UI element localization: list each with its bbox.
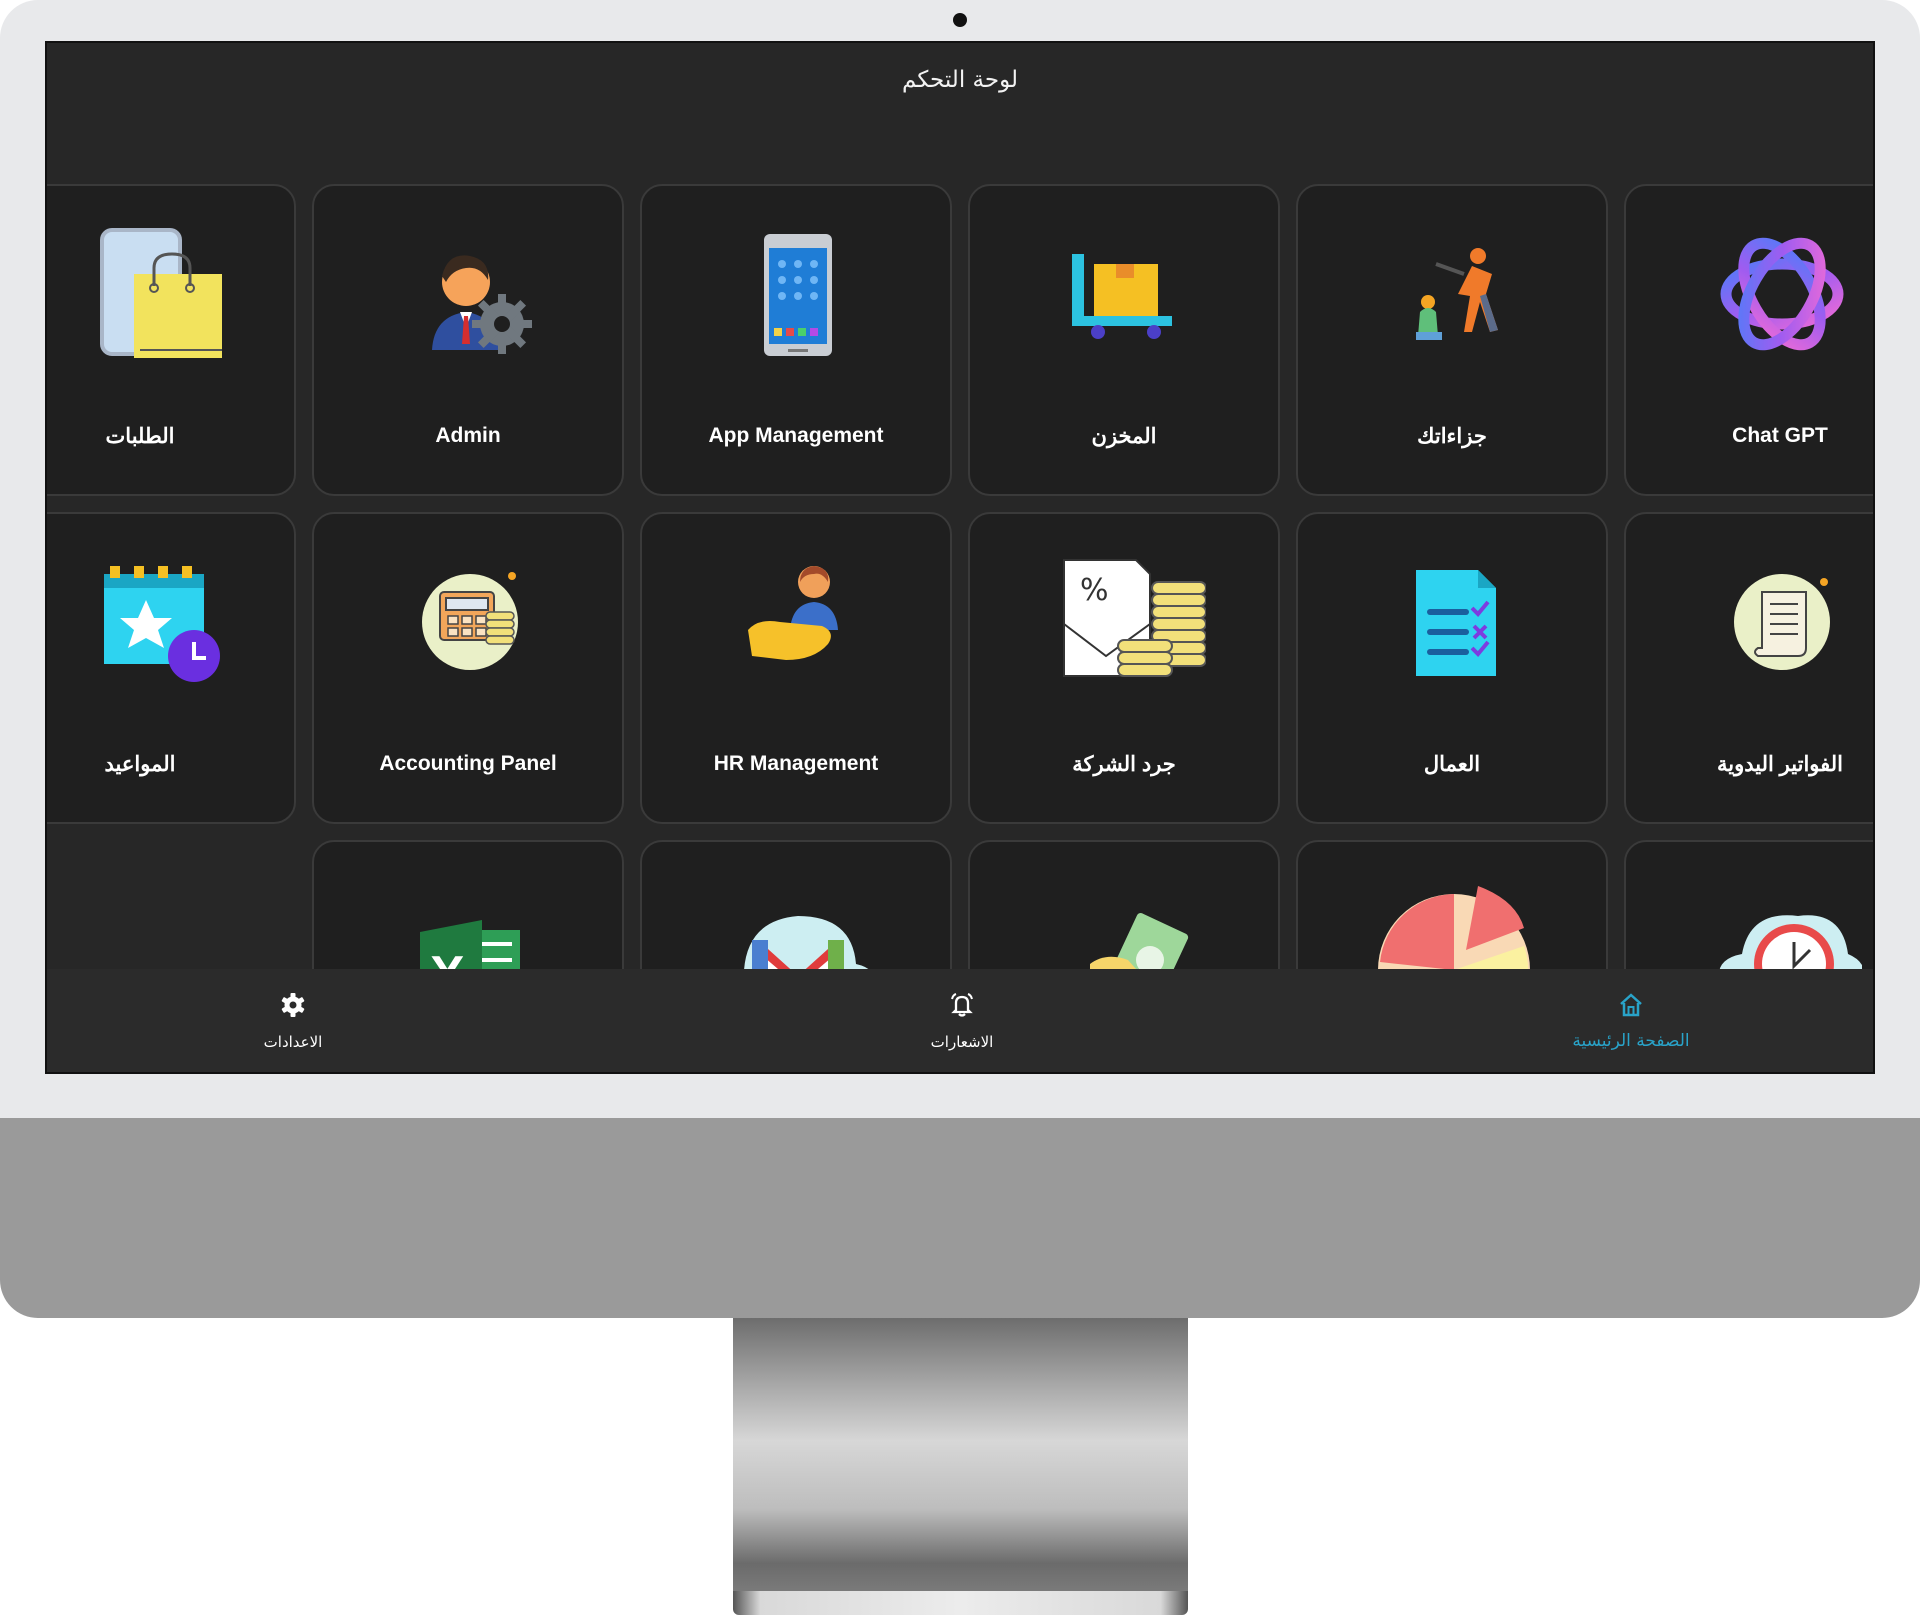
camera-dot bbox=[953, 13, 967, 27]
page-title: لوحة التحكم bbox=[902, 67, 1018, 93]
tile-label: الفواتير اليدوية bbox=[1717, 753, 1843, 776]
receipt-icon bbox=[1734, 574, 1830, 670]
dashboard-grid[interactable]: Chat GPT جزاءاتك المخزن App Management A… bbox=[47, 139, 1873, 1013]
nav-notifications-label: الاشعارات bbox=[930, 1033, 994, 1051]
tile-penalties[interactable]: جزاءاتك bbox=[1296, 184, 1608, 496]
nav-settings-label: الاعدادات bbox=[263, 1033, 323, 1051]
tile-hr-management[interactable]: HR Management bbox=[640, 512, 952, 824]
calendar-clock-icon bbox=[104, 566, 220, 682]
tile-label: جرد الشركة bbox=[1072, 753, 1176, 776]
checklist-icon bbox=[1416, 570, 1496, 676]
tile-label: جزاءاتك bbox=[1417, 425, 1487, 448]
calculator-coins-icon bbox=[422, 572, 518, 670]
nav-notifications[interactable]: الاشعارات bbox=[862, 969, 1062, 1072]
warehouse-cart-icon bbox=[1072, 254, 1172, 339]
home-icon bbox=[1620, 993, 1642, 1017]
admin-gear-icon bbox=[432, 255, 532, 354]
gear-icon bbox=[281, 993, 305, 1017]
tile-app-management[interactable]: App Management bbox=[640, 184, 952, 496]
tile-appointments[interactable]: المواعيد bbox=[47, 512, 296, 824]
monitor-stand-base bbox=[733, 1591, 1188, 1615]
bell-icon bbox=[951, 993, 973, 1017]
nav-home[interactable]: الصفحة الرئيسية bbox=[1531, 969, 1731, 1072]
nav-settings[interactable]: الاعدادات bbox=[193, 969, 393, 1072]
tile-label: المواعيد bbox=[104, 753, 176, 776]
tile-label: Chat GPT bbox=[1732, 424, 1828, 447]
monitor-chin bbox=[0, 1118, 1920, 1318]
tile-label: HR Management bbox=[713, 752, 879, 775]
shopping-bag-icon bbox=[100, 228, 222, 358]
tile-label: Accounting Panel bbox=[379, 752, 557, 775]
coins-envelope-icon: % bbox=[1063, 559, 1206, 677]
tile-workers[interactable]: العمال bbox=[1296, 512, 1608, 824]
tile-chat-gpt[interactable]: Chat GPT bbox=[1624, 184, 1873, 496]
tile-label: الطلبات bbox=[105, 425, 175, 448]
tile-warehouse[interactable]: المخزن bbox=[968, 184, 1280, 496]
app-screen: لوحة التحكم Chat GPT جزاءاتك المخزن App … bbox=[45, 41, 1875, 1074]
tile-label: App Management bbox=[708, 424, 884, 447]
tile-label: العمال bbox=[1423, 753, 1481, 776]
chatgpt-icon bbox=[1720, 237, 1844, 351]
tile-manual-invoices[interactable]: الفواتير اليدوية bbox=[1624, 512, 1873, 824]
smartphone-icon bbox=[764, 234, 832, 356]
tile-company-inventory[interactable]: % جرد الشركة bbox=[968, 512, 1280, 824]
bottom-nav: الصفحة الرئيسية الاشعارات الاعدادات bbox=[47, 969, 1873, 1072]
monitor-stand bbox=[733, 1318, 1188, 1591]
svg-text:%: % bbox=[1080, 573, 1109, 608]
tile-accounting-panel[interactable]: Accounting Panel bbox=[312, 512, 624, 824]
tile-orders[interactable]: الطلبات bbox=[47, 184, 296, 496]
tile-label: Admin bbox=[435, 424, 501, 447]
tile-label: المخزن bbox=[1091, 425, 1157, 448]
hr-hand-icon bbox=[748, 566, 838, 660]
tile-admin[interactable]: Admin bbox=[312, 184, 624, 496]
penalty-icon bbox=[1416, 248, 1498, 340]
nav-home-label: الصفحة الرئيسية bbox=[1572, 1031, 1690, 1051]
